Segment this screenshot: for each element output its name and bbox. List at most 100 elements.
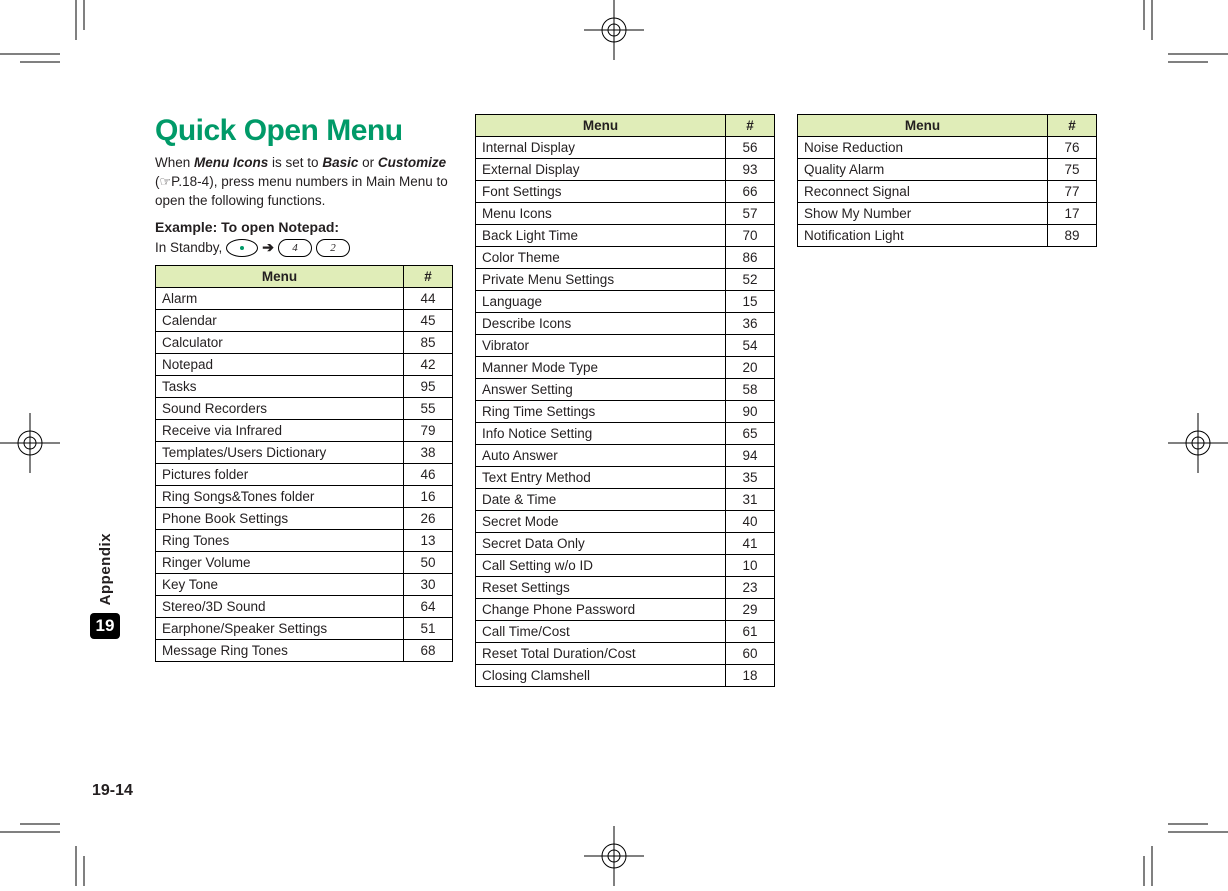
intro-prefix: When (155, 155, 194, 170)
intro-or: or (358, 155, 378, 170)
menu-cell: Calendar (156, 309, 404, 331)
standby-prefix: In Standby, (155, 240, 222, 255)
table-row: Notepad42 (156, 353, 453, 375)
menu-cell: Back Light Time (476, 225, 726, 247)
num-cell: 57 (726, 203, 775, 225)
num-cell: 20 (726, 357, 775, 379)
num-cell: 60 (726, 643, 775, 665)
arrow-icon: ➔ (262, 239, 274, 256)
num-cell: 44 (404, 287, 453, 309)
num-cell: 35 (726, 467, 775, 489)
num-cell: 45 (404, 309, 453, 331)
table-row: Reset Settings23 (476, 577, 775, 599)
table-row: Phone Book Settings26 (156, 507, 453, 529)
menu-table-2: Menu # Internal Display56External Displa… (475, 114, 775, 687)
table-row: Secret Data Only41 (476, 533, 775, 555)
th-menu: Menu (156, 265, 404, 287)
menu-cell: External Display (476, 159, 726, 181)
num-cell: 50 (404, 551, 453, 573)
center-key-icon (226, 239, 258, 257)
table-row: Font Settings66 (476, 181, 775, 203)
table-row: Notification Light89 (798, 225, 1097, 247)
table-row: Pictures folder46 (156, 463, 453, 485)
menu-cell: Ring Songs&Tones folder (156, 485, 404, 507)
th-num: # (1048, 115, 1097, 137)
num-cell: 17 (1048, 203, 1097, 225)
table-row: Reset Total Duration/Cost60 (476, 643, 775, 665)
chapter-badge: 19 (90, 613, 120, 639)
table-row: Auto Answer94 (476, 445, 775, 467)
menu-cell: Earphone/Speaker Settings (156, 617, 404, 639)
menu-cell: Secret Mode (476, 511, 726, 533)
menu-cell: Internal Display (476, 137, 726, 159)
num-cell: 75 (1048, 159, 1097, 181)
menu-cell: Notification Light (798, 225, 1048, 247)
table-row: Ring Time Settings90 (476, 401, 775, 423)
th-menu: Menu (798, 115, 1048, 137)
num-cell: 10 (726, 555, 775, 577)
table-row: Earphone/Speaker Settings51 (156, 617, 453, 639)
page: Appendix 19 19-14 Quick Open Menu When M… (0, 0, 1228, 886)
th-menu: Menu (476, 115, 726, 137)
table-row: Language15 (476, 291, 775, 313)
menu-cell: Secret Data Only (476, 533, 726, 555)
table-row: Sound Recorders55 (156, 397, 453, 419)
menu-cell: Info Notice Setting (476, 423, 726, 445)
num-cell: 46 (404, 463, 453, 485)
menu-cell: Private Menu Settings (476, 269, 726, 291)
menu-cell: Receive via Infrared (156, 419, 404, 441)
menu-cell: Language (476, 291, 726, 313)
table-row: Closing Clamshell18 (476, 665, 775, 687)
table-row: External Display93 (476, 159, 775, 181)
table-row: Vibrator54 (476, 335, 775, 357)
menu-cell: Change Phone Password (476, 599, 726, 621)
num-cell: 13 (404, 529, 453, 551)
table-row: Key Tone30 (156, 573, 453, 595)
table-row: Templates/Users Dictionary38 (156, 441, 453, 463)
menu-cell: Text Entry Method (476, 467, 726, 489)
example-label: Example: To open Notepad: (155, 219, 453, 235)
side-tab: Appendix 19 (92, 533, 118, 639)
registration-mark-right (1168, 413, 1228, 473)
menu-cell: Menu Icons (476, 203, 726, 225)
th-num: # (726, 115, 775, 137)
column-1: Quick Open Menu When Menu Icons is set t… (155, 114, 453, 662)
menu-cell: Ring Time Settings (476, 401, 726, 423)
th-num: # (404, 265, 453, 287)
column-3: Menu # Noise Reduction76Quality Alarm75R… (797, 114, 1097, 247)
intro-mid: is set to (268, 155, 322, 170)
num-cell: 94 (726, 445, 775, 467)
num-cell: 68 (404, 639, 453, 661)
num-cell: 15 (726, 291, 775, 313)
menu-cell: Font Settings (476, 181, 726, 203)
menu-cell: Stereo/3D Sound (156, 595, 404, 617)
menu-cell: Manner Mode Type (476, 357, 726, 379)
menu-cell: Tasks (156, 375, 404, 397)
menu-table-1: Menu # Alarm44Calendar45Calculator85Note… (155, 265, 453, 662)
table-row: Ring Songs&Tones folder16 (156, 485, 453, 507)
table-row: Change Phone Password29 (476, 599, 775, 621)
num-cell: 85 (404, 331, 453, 353)
menu-cell: Calculator (156, 331, 404, 353)
num-cell: 93 (726, 159, 775, 181)
content: Quick Open Menu When Menu Icons is set t… (155, 114, 1136, 687)
menu-cell: Color Theme (476, 247, 726, 269)
menu-cell: Pictures folder (156, 463, 404, 485)
num-cell: 79 (404, 419, 453, 441)
menu-cell: Key Tone (156, 573, 404, 595)
table-row: Reconnect Signal77 (798, 181, 1097, 203)
standby-line: In Standby, ➔ 4 2 (155, 239, 453, 257)
table-row: Back Light Time70 (476, 225, 775, 247)
num-cell: 55 (404, 397, 453, 419)
menu-cell: Auto Answer (476, 445, 726, 467)
menu-cell: Describe Icons (476, 313, 726, 335)
intro-text: When Menu Icons is set to Basic or Custo… (155, 154, 453, 211)
registration-mark-bottom (584, 826, 644, 886)
table-row: Tasks95 (156, 375, 453, 397)
table-row: Ringer Volume50 (156, 551, 453, 573)
table-row: Manner Mode Type20 (476, 357, 775, 379)
num-cell: 58 (726, 379, 775, 401)
menu-cell: Ring Tones (156, 529, 404, 551)
table-row: Describe Icons36 (476, 313, 775, 335)
menu-cell: Show My Number (798, 203, 1048, 225)
